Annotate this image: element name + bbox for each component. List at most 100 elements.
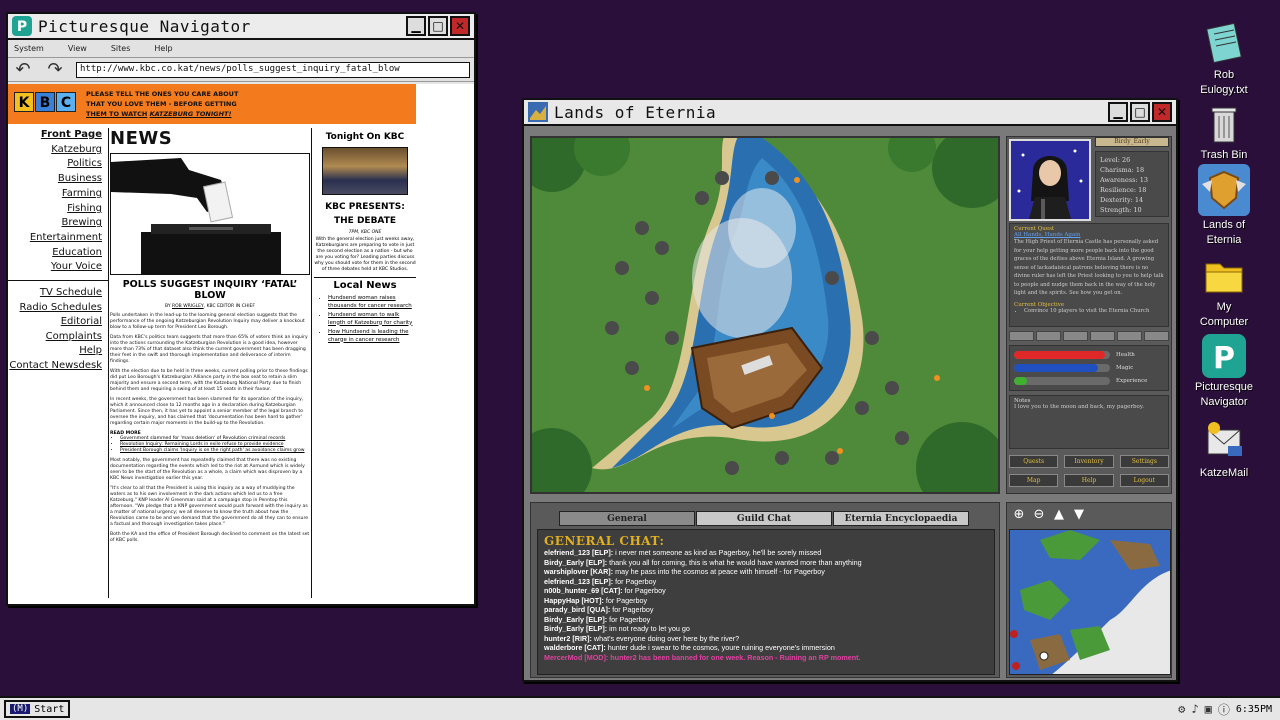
magic-fill	[1014, 363, 1099, 372]
menu-view[interactable]: View	[68, 44, 87, 53]
article-byline: BY ROB WRIGLEY, KBC EDITOR IN CHIEF	[110, 304, 310, 309]
debate-thumbnail[interactable]	[322, 147, 408, 195]
nav-katzeburg[interactable]: Katzeburg	[8, 143, 102, 158]
notes-panel[interactable]: Notes I love you to the moon and back, m…	[1009, 395, 1169, 449]
chat-username: hunter2 [RIR]:	[544, 633, 592, 643]
maximize-button[interactable]: □	[1130, 102, 1150, 122]
local-news: Local News Hundsend woman raises thousan…	[314, 280, 416, 344]
menu-help[interactable]: Help	[154, 44, 172, 53]
notes-text[interactable]: I love you to the moon and back, my page…	[1014, 404, 1164, 410]
tab-general[interactable]: General	[559, 511, 695, 526]
nav-editorial-complaints[interactable]: Editorial Complaints	[8, 315, 102, 344]
minimap[interactable]	[1009, 529, 1171, 675]
quests-button[interactable]: Quests	[1009, 455, 1059, 468]
kbc-logo-b: B	[35, 92, 55, 112]
nav-radio-schedules[interactable]: Radio Schedules	[8, 301, 102, 316]
chat-text: im not ready to let you go	[607, 624, 690, 633]
quest-scrollbar[interactable]	[1009, 331, 1169, 341]
close-button[interactable]: ✕	[450, 16, 470, 36]
nav-brewing[interactable]: Brewing	[8, 216, 102, 231]
nav-front-page[interactable]: Front Page	[8, 128, 102, 143]
settings-button[interactable]: Settings	[1119, 455, 1169, 468]
maximize-icon: □	[1134, 105, 1146, 119]
nav-business[interactable]: Business	[8, 172, 102, 187]
navigator-titlebar[interactable]: P Picturesque Navigator ▁ □ ✕	[8, 14, 474, 40]
chat-log[interactable]: GENERAL CHAT: elefriend_123 [ELP]: i nev…	[537, 529, 995, 675]
local-news-link[interactable]: Hundsend woman to walk length of Katzebu…	[328, 312, 416, 327]
menu-system[interactable]: System	[14, 44, 44, 53]
start-button[interactable]: (M) Start	[4, 700, 71, 718]
inventory-button[interactable]: Inventory	[1064, 455, 1114, 468]
chat-username: elefriend_123 [ELP]:	[544, 548, 614, 557]
navigator-menubar: System View Sites Help	[8, 40, 474, 58]
desktop-icon-label: Picturesque	[1194, 381, 1254, 393]
zoom-in-icon[interactable]: ⊕	[1011, 507, 1027, 523]
magic-label: Magic	[1116, 364, 1134, 371]
desktop-icon-label: Navigator	[1200, 396, 1248, 408]
debate-title[interactable]: KBC PRESENTS: THE DEBATE	[314, 200, 416, 228]
forward-arrow-icon[interactable]: ↷	[44, 59, 66, 80]
clock[interactable]: 6:35PM	[1236, 704, 1272, 715]
pan-down-icon[interactable]: ▼	[1071, 507, 1087, 523]
game-viewport[interactable]	[530, 136, 1000, 494]
eternia-window: Lands of Eternia ▁ □ ✕ Birdy_Early Level…	[522, 98, 1178, 682]
chat-message: Birdy_Early [ELP]: thank you all for com…	[544, 558, 988, 568]
desktop-icon-navigator[interactable]: P Picturesque Navigator	[1188, 334, 1260, 410]
nav-politics[interactable]: Politics	[8, 157, 102, 172]
byline-author-link[interactable]: ROB WRIGLEY	[172, 304, 204, 309]
read-more-list: Government slammed for 'mass deletion' o…	[120, 436, 310, 454]
nav-entertainment[interactable]: Entertainment	[8, 231, 102, 246]
map-button[interactable]: Map	[1009, 474, 1059, 487]
pan-up-icon[interactable]: ▲	[1051, 507, 1067, 523]
nav-farming[interactable]: Farming	[8, 187, 102, 202]
desktop-icon-label: Eternia	[1206, 234, 1242, 246]
banner-text: PLEASE TELL THE ONES YOU CARE ABOUT THAT…	[86, 89, 238, 119]
logout-button[interactable]: Logout	[1119, 474, 1169, 487]
kbc-banner[interactable]: K B C PLEASE TELL THE ONES YOU CARE ABOU…	[8, 84, 416, 124]
local-news-link[interactable]: How Hundsend is leading the charge in ca…	[328, 329, 416, 344]
desktop-icon-label: Trash Bin	[1200, 149, 1248, 161]
desktop-icon-eulogy[interactable]: Rob Eulogy.txt	[1188, 22, 1260, 98]
back-arrow-icon[interactable]: ↶	[12, 59, 34, 80]
volume-icon[interactable]: ♪	[1191, 702, 1198, 716]
desktop-icon-katzemail[interactable]: KatzeMail	[1188, 420, 1260, 481]
info-icon[interactable]: ⓘ	[1218, 701, 1230, 718]
tab-eternia-encyclopaedia[interactable]: Eternia Encyclopaedia	[833, 511, 969, 526]
desktop-icon-eternia[interactable]: Lands of Eternia	[1188, 164, 1260, 248]
nav-tv-schedule[interactable]: TV Schedule	[8, 286, 102, 301]
read-more-link[interactable]: President Borough claims 'Inquiry is on …	[120, 448, 310, 454]
byline-prefix: BY	[164, 304, 171, 309]
eternia-titlebar[interactable]: Lands of Eternia ▁ □ ✕	[524, 100, 1176, 126]
article-paragraph: With the election due to be held in thre…	[110, 369, 308, 392]
nav-contact-newsdesk[interactable]: Contact Newsdesk	[8, 359, 102, 374]
nav-education[interactable]: Education	[8, 246, 102, 261]
printer-icon[interactable]: ▣	[1205, 702, 1212, 716]
nav-help[interactable]: Help	[8, 344, 102, 359]
nav-fishing[interactable]: Fishing	[8, 202, 102, 217]
minimap-illustration	[1010, 530, 1170, 674]
folder-icon	[1202, 254, 1246, 298]
minimize-icon: ▁	[1113, 105, 1123, 119]
experience-bar: Experience	[1014, 374, 1164, 387]
chat-heading: GENERAL CHAT:	[544, 534, 665, 548]
menu-sites[interactable]: Sites	[111, 44, 131, 53]
article-paragraph: Most notably, the government has repeate…	[110, 458, 305, 481]
close-button[interactable]: ✕	[1152, 102, 1172, 122]
maximize-button[interactable]: □	[428, 16, 448, 36]
url-input[interactable]: http://www.kbc.co.kat/news/polls_suggest…	[76, 61, 470, 78]
local-news-link[interactable]: Hundsend woman raises thousands for canc…	[328, 295, 416, 310]
network-icon[interactable]: ⚙	[1178, 702, 1185, 716]
desktop-icon-trash[interactable]: Trash Bin	[1188, 102, 1260, 163]
nav-your-voice[interactable]: Your Voice	[8, 260, 102, 275]
help-button[interactable]: Help	[1064, 474, 1114, 487]
minimize-button[interactable]: ▁	[406, 16, 426, 36]
zoom-out-icon[interactable]: ⊖	[1031, 507, 1047, 523]
minimize-button[interactable]: ▁	[1108, 102, 1128, 122]
chat-message: walderbore [CAT]: hunter dude i swear to…	[544, 643, 988, 653]
local-news-list: Hundsend woman raises thousands for canc…	[328, 295, 416, 344]
kbc-logo-k: K	[14, 92, 34, 112]
chat-message: HappyHap [HOT]: for Pagerboy	[544, 596, 988, 606]
chat-text: thank you all for coming, this is what h…	[607, 557, 862, 567]
desktop-icon-my-computer[interactable]: My Computer	[1188, 254, 1260, 330]
tab-guild-chat[interactable]: Guild Chat	[696, 511, 832, 526]
